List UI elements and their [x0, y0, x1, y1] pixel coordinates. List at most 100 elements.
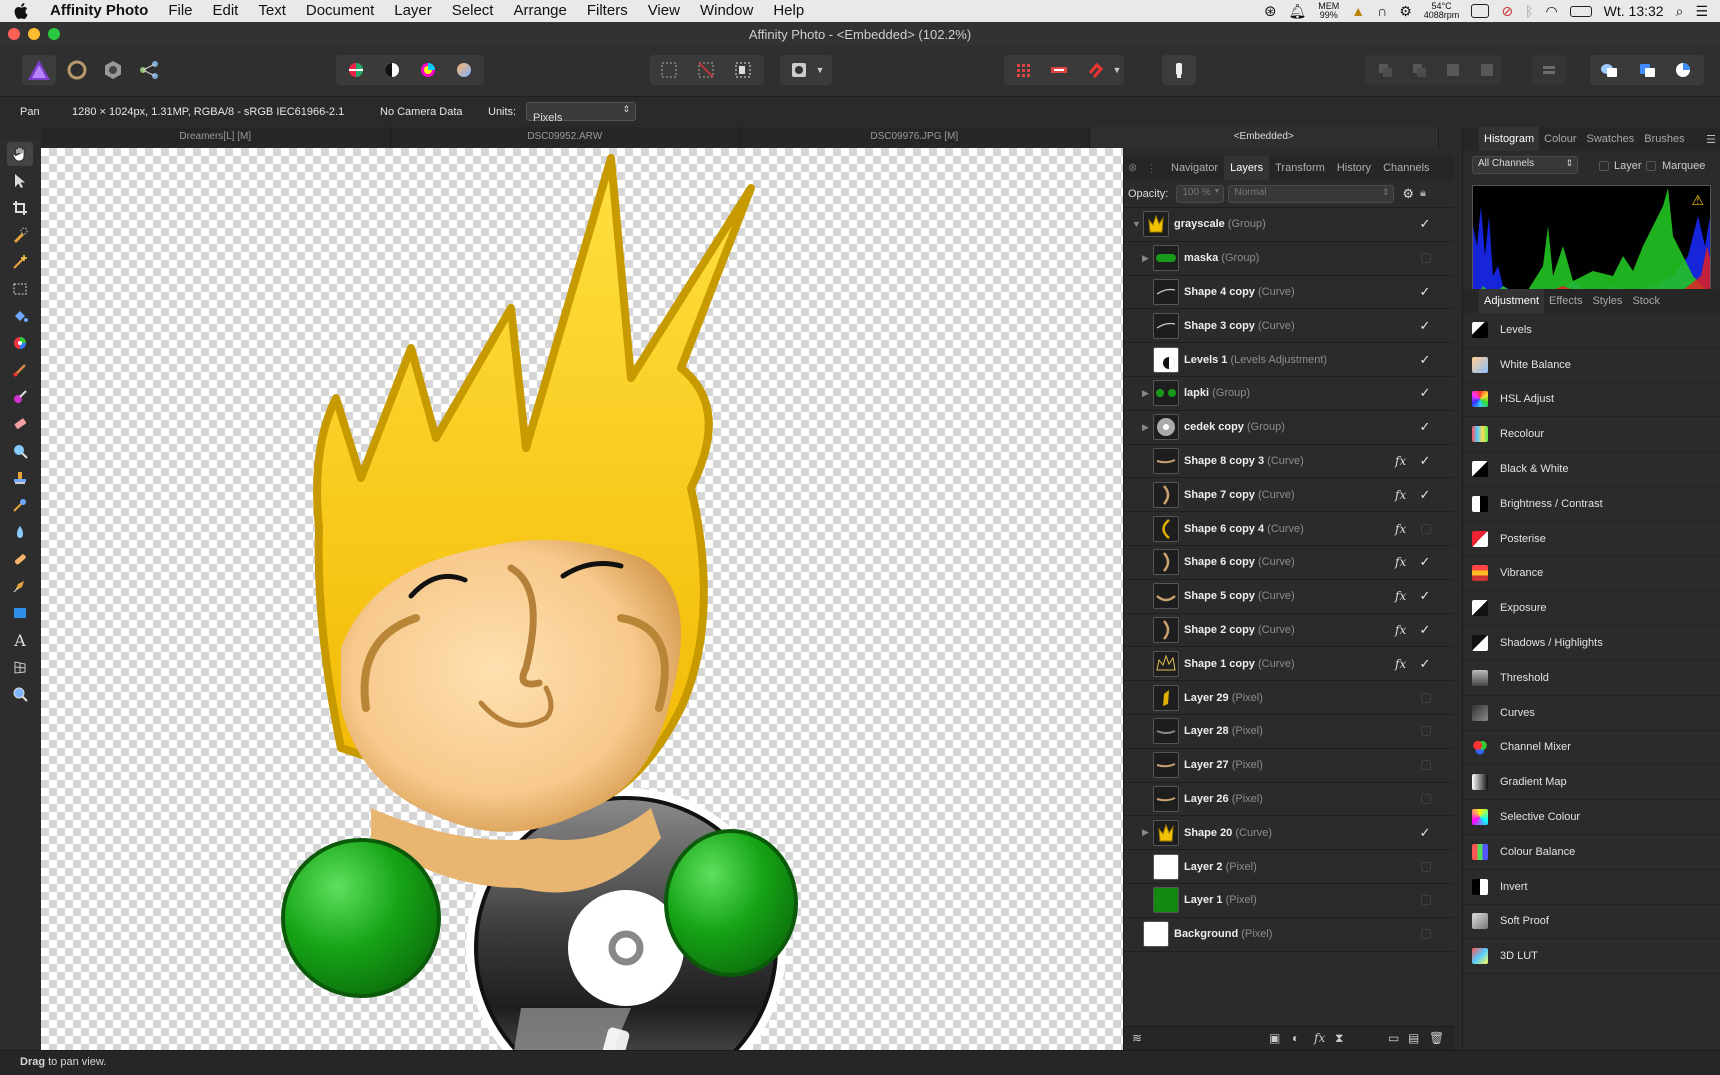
opacity-field[interactable]: 100 % ▼ [1176, 184, 1225, 203]
add-boolean-icon[interactable] [1592, 55, 1626, 85]
layer-row[interactable]: Background (Pixel) [1124, 918, 1454, 952]
deselect-icon[interactable] [689, 55, 723, 85]
channel-select[interactable]: All Channels ⇕ [1472, 156, 1578, 174]
crop-tool-icon[interactable] [7, 196, 33, 220]
layer-row[interactable]: Shape 2 copy (Curve) fx ✓ [1124, 614, 1454, 648]
layer-row[interactable]: Layer 29 (Pixel) [1124, 681, 1454, 715]
adjustment-item[interactable]: Colour Balance [1463, 835, 1720, 870]
red-eye-tool-icon[interactable] [7, 520, 33, 544]
move-tool-icon[interactable] [7, 169, 33, 193]
tab-transform[interactable]: Transform [1269, 156, 1331, 180]
layer-row[interactable]: Shape 6 copy 4 (Curve) fx [1124, 512, 1454, 546]
auto-colours-icon[interactable] [411, 55, 445, 85]
layer-row[interactable]: Layer 1 (Pixel) [1124, 884, 1454, 918]
auto-white-balance-icon[interactable] [447, 55, 481, 85]
menu-text[interactable]: Text [248, 0, 296, 22]
visibility-checkbox[interactable] [1421, 793, 1431, 804]
adjustment-item[interactable]: Levels [1463, 313, 1720, 348]
control-list-icon[interactable]: ☰ [1695, 3, 1708, 20]
adjustment-item[interactable]: Soft Proof [1463, 905, 1720, 940]
layer-row[interactable]: Layer 2 (Pixel) [1124, 850, 1454, 884]
fx-icon[interactable]: fx [1395, 522, 1406, 536]
temperature-indicator[interactable]: 54°C 4088rpm [1424, 2, 1460, 20]
liquify-persona-icon[interactable] [60, 55, 94, 85]
colour-picker-tool-icon[interactable] [7, 331, 33, 355]
notification-bell-icon[interactable]: 🔔︎ [1289, 3, 1307, 20]
layer-row[interactable]: ▼ grayscale (Group) ✓ [1124, 208, 1454, 242]
visibility-checkbox[interactable]: ✓ [1418, 420, 1432, 434]
adjustment-item[interactable]: Recolour [1463, 417, 1720, 453]
tab-dreamers[interactable]: Dreamers[L] [M] [41, 127, 391, 147]
time-machine-icon[interactable]: ⊘ [1501, 3, 1513, 20]
flood-fill-tool-icon[interactable] [7, 304, 33, 328]
tab-dsc09976[interactable]: DSC09976.JPG [M] [740, 127, 1090, 147]
menu-view[interactable]: View [638, 0, 690, 22]
visibility-checkbox[interactable] [1421, 929, 1431, 940]
layer-row[interactable]: ▶ Shape 20 (Curve) ✓ [1124, 816, 1454, 851]
snapping-grid-icon[interactable] [1006, 55, 1040, 85]
snapping-dropdown-icon[interactable]: ▼ [1108, 55, 1126, 85]
tab-embedded[interactable]: <Embedded> [1089, 127, 1439, 147]
headphones-icon[interactable]: ∩ [1377, 3, 1387, 19]
layer-row[interactable]: Shape 1 copy (Curve) fx ✓ [1124, 647, 1454, 682]
snapping-magnet-icon[interactable] [1078, 55, 1112, 85]
visibility-checkbox[interactable] [1421, 523, 1431, 534]
adjustment-item[interactable]: HSL Adjust [1463, 383, 1720, 418]
healing-brush-tool-icon[interactable] [7, 547, 33, 571]
visibility-checkbox[interactable]: ✓ [1418, 318, 1432, 333]
adjustment-item[interactable]: Posterise [1463, 522, 1720, 557]
layer-settings-gear-icon[interactable]: ⚙ [1402, 186, 1414, 202]
tab-navigator[interactable]: Navigator [1165, 156, 1224, 180]
layer-row[interactable]: Layer 28 (Pixel) [1124, 715, 1454, 749]
display-icon[interactable] [1471, 4, 1490, 18]
tab-swatches[interactable]: Swatches [1582, 127, 1640, 151]
clock[interactable]: Wt. 13:32 [1604, 3, 1664, 19]
fx-icon[interactable]: fx [1395, 454, 1406, 468]
memory-indicator[interactable]: MEM 99% [1318, 2, 1339, 20]
visibility-checkbox[interactable] [1421, 895, 1431, 906]
adjustment-item[interactable]: Selective Colour [1463, 800, 1720, 835]
tab-styles[interactable]: Styles [1587, 289, 1627, 313]
auto-levels-icon[interactable] [339, 55, 373, 85]
blend-mode-select[interactable]: Normal ⇕ [1228, 184, 1395, 203]
tab-dsc09952[interactable]: DSC09952.ARW [391, 127, 740, 147]
visibility-checkbox[interactable]: ✓ [1418, 589, 1432, 603]
dodge-burn-tool-icon[interactable] [7, 385, 33, 409]
rectangle-tool-icon[interactable] [7, 601, 33, 625]
invert-selection-icon[interactable] [726, 55, 760, 85]
adjustment-item[interactable]: Black & White [1463, 452, 1720, 487]
layer-row[interactable]: Layer 26 (Pixel) [1124, 783, 1454, 817]
menu-arrange[interactable]: Arrange [503, 0, 576, 22]
visibility-checkbox[interactable]: ✓ [1418, 352, 1432, 367]
auto-contrast-icon[interactable] [375, 55, 409, 85]
tab-effects[interactable]: Effects [1544, 289, 1587, 313]
close-window-button[interactable] [8, 28, 20, 40]
intersect-boolean-icon[interactable] [1666, 55, 1700, 85]
view-tool-hand-icon[interactable] [7, 142, 33, 166]
marquee-tool-icon[interactable] [7, 277, 33, 301]
zoom-window-button[interactable] [48, 28, 60, 40]
export-persona-icon[interactable] [132, 55, 166, 85]
creative-cloud-icon[interactable]: ⊛ [1264, 2, 1277, 20]
fx-icon[interactable]: fx [1395, 555, 1406, 569]
menu-layer[interactable]: Layer [384, 0, 442, 22]
visibility-checkbox[interactable] [1421, 253, 1431, 264]
bluetooth-icon[interactable]: ᛒ [1525, 3, 1533, 19]
adjustment-item[interactable]: Brightness / Contrast [1463, 487, 1720, 522]
wifi-icon[interactable]: ◠ [1545, 3, 1557, 20]
adjustment-item[interactable]: Channel Mixer [1463, 731, 1720, 766]
layer-row[interactable]: ▶ cedek copy (Group) ✓ [1124, 411, 1454, 445]
expand-arrow-icon[interactable]: ▶ [1142, 422, 1152, 433]
add-group-icon[interactable]: ▭ [1388, 1031, 1399, 1045]
fx-icon[interactable]: fx [1395, 657, 1406, 671]
fx-icon[interactable]: fx [1395, 623, 1406, 637]
visibility-checkbox[interactable]: ✓ [1418, 217, 1432, 231]
adjustment-item[interactable]: White Balance [1463, 348, 1720, 383]
menu-document[interactable]: Document [296, 0, 384, 22]
adjustment-item[interactable]: Exposure [1463, 591, 1720, 627]
visibility-checkbox[interactable]: ✓ [1418, 453, 1432, 468]
tab-adjustment[interactable]: Adjustment [1479, 289, 1545, 313]
adjustment-item[interactable]: Curves [1463, 696, 1720, 731]
adjustment-item[interactable]: Shadows / Highlights [1463, 626, 1720, 661]
select-all-icon[interactable] [652, 55, 686, 85]
